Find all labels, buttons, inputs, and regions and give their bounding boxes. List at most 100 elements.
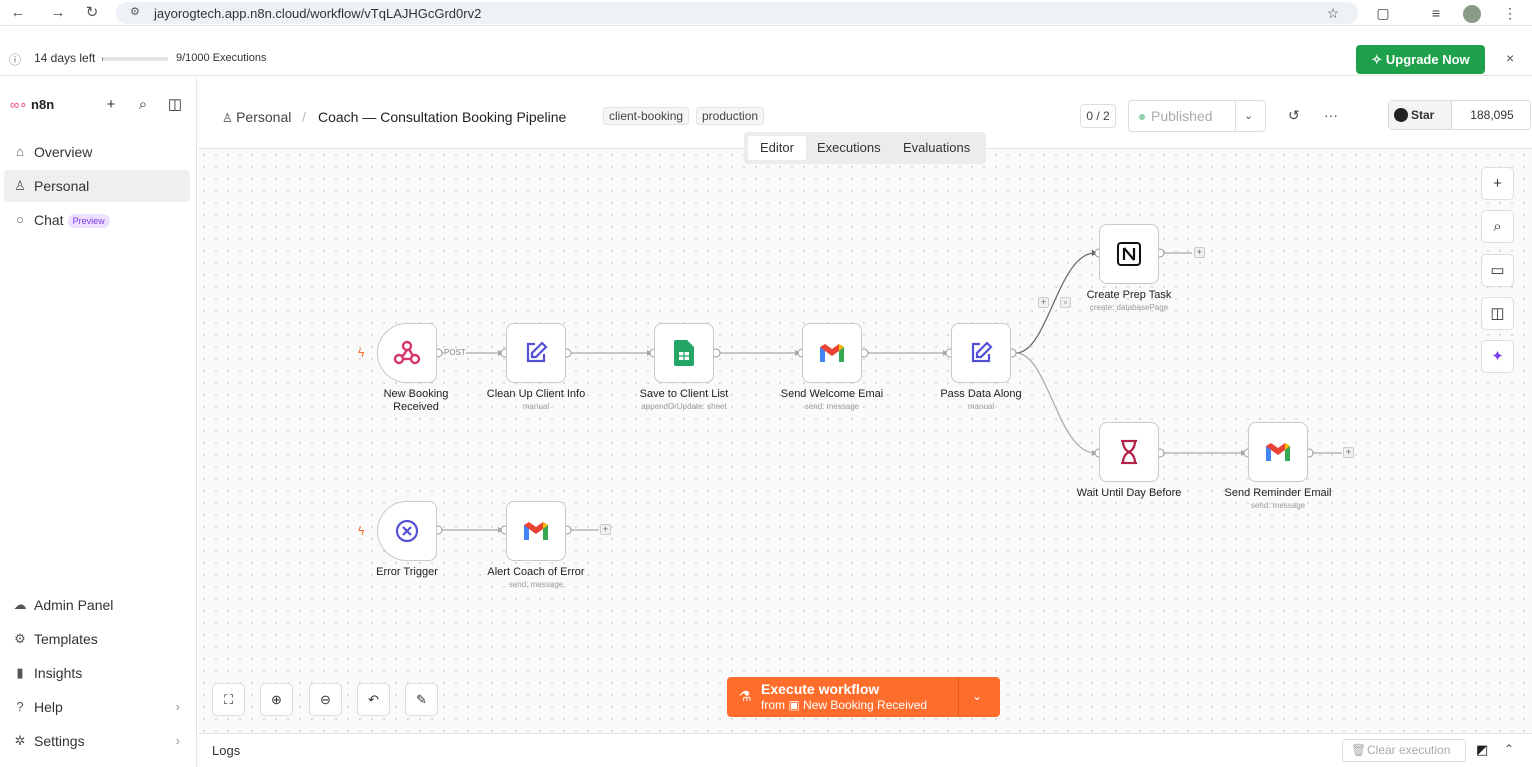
github-icon — [1394, 108, 1408, 122]
node-clean-up-client-info[interactable] — [506, 323, 566, 383]
sticky-note-icon[interactable]: ▭ — [1481, 254, 1514, 287]
github-star-button[interactable]: Star 188,095 — [1388, 100, 1531, 130]
node-wait-until-day-before[interactable] — [1099, 422, 1159, 482]
site-settings-icon[interactable]: ⚙ — [130, 5, 140, 18]
node-save-to-client-list[interactable] — [654, 323, 714, 383]
add-node-button[interactable]: + — [1481, 167, 1514, 200]
node-create-prep-task[interactable] — [1099, 224, 1159, 284]
close-banner-icon[interactable]: × — [1506, 50, 1514, 66]
menu-icon[interactable]: ⋮ — [1500, 3, 1520, 23]
error-trigger-icon — [378, 502, 436, 560]
node-pass-data-along[interactable] — [951, 323, 1011, 383]
search-icon[interactable]: ⌕ — [133, 95, 153, 115]
node-label: Wait Until Day Before — [1076, 487, 1182, 499]
node-label: Save to Client List — [639, 388, 729, 400]
tab-evaluations[interactable]: Evaluations — [891, 136, 982, 160]
info-icon: ⓘ — [9, 53, 22, 67]
executions-progress-fill — [102, 57, 104, 61]
star-icon[interactable]: ☆ — [1323, 3, 1343, 23]
node-subtitle: create: databasePage — [1089, 303, 1169, 312]
zoom-in-icon[interactable]: ⊕ — [260, 683, 293, 716]
n8n-logo[interactable]: ∞∘ n8n — [10, 97, 54, 113]
node-send-welcome-email[interactable] — [802, 323, 862, 383]
back-icon[interactable]: ← — [8, 3, 28, 23]
edit-icon — [507, 324, 565, 382]
tab-editor[interactable]: Editor — [748, 136, 806, 160]
sidebar-item-label: Chat — [34, 212, 64, 228]
breadcrumb-project[interactable]: ♙ Personal — [222, 109, 291, 125]
tag-client-booking[interactable]: client-booking — [603, 107, 690, 125]
execute-workflow-button[interactable]: ⚗ Execute workflow from ▣ New Booking Re… — [727, 677, 1000, 717]
workflow-canvas[interactable]: POST + + + + ▫ ϟ New Booking Received Cle… — [198, 149, 1532, 733]
media-icon[interactable]: ≡ — [1426, 3, 1446, 23]
published-button[interactable]: Published ⌄ — [1128, 100, 1266, 132]
insights-icon: ▮ — [16, 665, 24, 680]
sidebar-item-overview[interactable]: ⌂ Overview — [4, 136, 190, 168]
reload-icon[interactable]: ↻ — [82, 3, 102, 23]
sidebar-item-personal[interactable]: ♙ Personal — [4, 170, 190, 202]
breadcrumb-separator: / — [302, 109, 306, 125]
sidebar-item-chat[interactable]: ○ Chat Preview — [4, 204, 190, 236]
node-alert-coach-of-error[interactable] — [506, 501, 566, 561]
node-error-trigger[interactable] — [377, 501, 437, 561]
sidebar-item-label: Help — [34, 699, 63, 715]
search-nodes-icon[interactable]: ⌕ — [1481, 210, 1514, 243]
add-node-icon[interactable]: + — [600, 524, 611, 535]
workflow-name[interactable]: Coach — Consultation Booking Pipeline — [318, 109, 566, 125]
forward-icon[interactable]: → — [48, 3, 68, 23]
profile-avatar[interactable] — [1462, 3, 1482, 24]
chevron-right-icon: › — [175, 699, 180, 714]
popout-icon[interactable]: ◩ — [1476, 742, 1488, 758]
zoom-out-icon[interactable]: ⊖ — [309, 683, 342, 716]
fit-view-icon[interactable]: ⛶ — [212, 683, 245, 716]
clear-execution-label: Clear execution — [1367, 743, 1451, 757]
chat-icon: ○ — [16, 212, 24, 227]
add-icon[interactable]: + — [101, 95, 121, 115]
more-options-icon[interactable]: ··· — [1324, 107, 1338, 123]
panel-toggle-icon[interactable]: ◫ — [1481, 297, 1514, 330]
url-text[interactable]: jayorogtech.app.n8n.cloud/workflow/vTqLA… — [154, 6, 481, 21]
home-icon: ⌂ — [16, 144, 24, 159]
execute-title: Execute workflow — [761, 681, 880, 697]
add-node-icon[interactable]: + — [1343, 447, 1354, 458]
connections — [433, 248, 1342, 535]
node-subtitle: send: message — [1250, 501, 1306, 510]
sidebar-item-templates[interactable]: ⚙ Templates — [4, 623, 190, 655]
node-label-line: Received — [393, 401, 439, 413]
node-subtitle: manual — [967, 402, 995, 411]
chevron-down-icon[interactable]: ⌄ — [1244, 101, 1253, 131]
chevron-down-icon[interactable]: ⌄ — [972, 689, 982, 703]
tidy-up-icon[interactable]: ✎ — [405, 683, 438, 716]
trash-icon: 🗑 — [1351, 743, 1367, 757]
templates-icon: ⚙ — [14, 631, 26, 646]
node-subtitle: send: message — [804, 402, 860, 411]
add-node-icon[interactable]: + — [1038, 297, 1049, 308]
edit-icon — [952, 324, 1010, 382]
chevron-up-icon[interactable]: ⌃ — [1504, 742, 1514, 756]
sidebar-item-admin-panel[interactable]: ☁ Admin Panel — [4, 589, 190, 621]
tab-executions[interactable]: Executions — [805, 136, 893, 160]
google-sheets-icon — [655, 324, 713, 382]
node-new-booking-received[interactable] — [377, 323, 437, 383]
history-icon[interactable]: ↺ — [1288, 107, 1300, 124]
extensions-icon[interactable]: ▢ — [1373, 3, 1393, 23]
execute-trigger: New Booking Received — [803, 698, 928, 712]
node-send-reminder-email[interactable] — [1248, 422, 1308, 482]
address-bar[interactable]: ⚙ jayorogtech.app.n8n.cloud/workflow/vTq… — [116, 2, 1358, 24]
brand-name: n8n — [31, 97, 55, 112]
sidebar-item-settings[interactable]: ✲ Settings › — [4, 725, 190, 757]
execute-subtitle: from ▣ New Booking Received — [761, 698, 928, 712]
toggle-sidebar-icon[interactable]: ◫ — [165, 95, 185, 115]
node-label: Send Reminder Email — [1224, 487, 1332, 499]
ai-assistant-icon[interactable]: ✦ — [1481, 340, 1514, 373]
undo-icon[interactable]: ↶ — [357, 683, 390, 716]
trigger-bolt-icon: ϟ — [358, 524, 365, 538]
tag-production[interactable]: production — [696, 107, 765, 125]
sidebar-item-help[interactable]: ? Help › — [4, 691, 190, 723]
node-subtitle: manual — [522, 402, 550, 411]
sidebar-item-insights[interactable]: ▮ Insights — [4, 657, 190, 689]
upgrade-button[interactable]: ✧ Upgrade Now — [1356, 45, 1485, 74]
add-node-icon[interactable]: + — [1194, 247, 1205, 258]
logs-panel[interactable]: Logs 🗑 Clear execution ◩ ⌃ — [198, 733, 1532, 767]
clear-execution-button[interactable]: 🗑 Clear execution — [1342, 739, 1466, 762]
